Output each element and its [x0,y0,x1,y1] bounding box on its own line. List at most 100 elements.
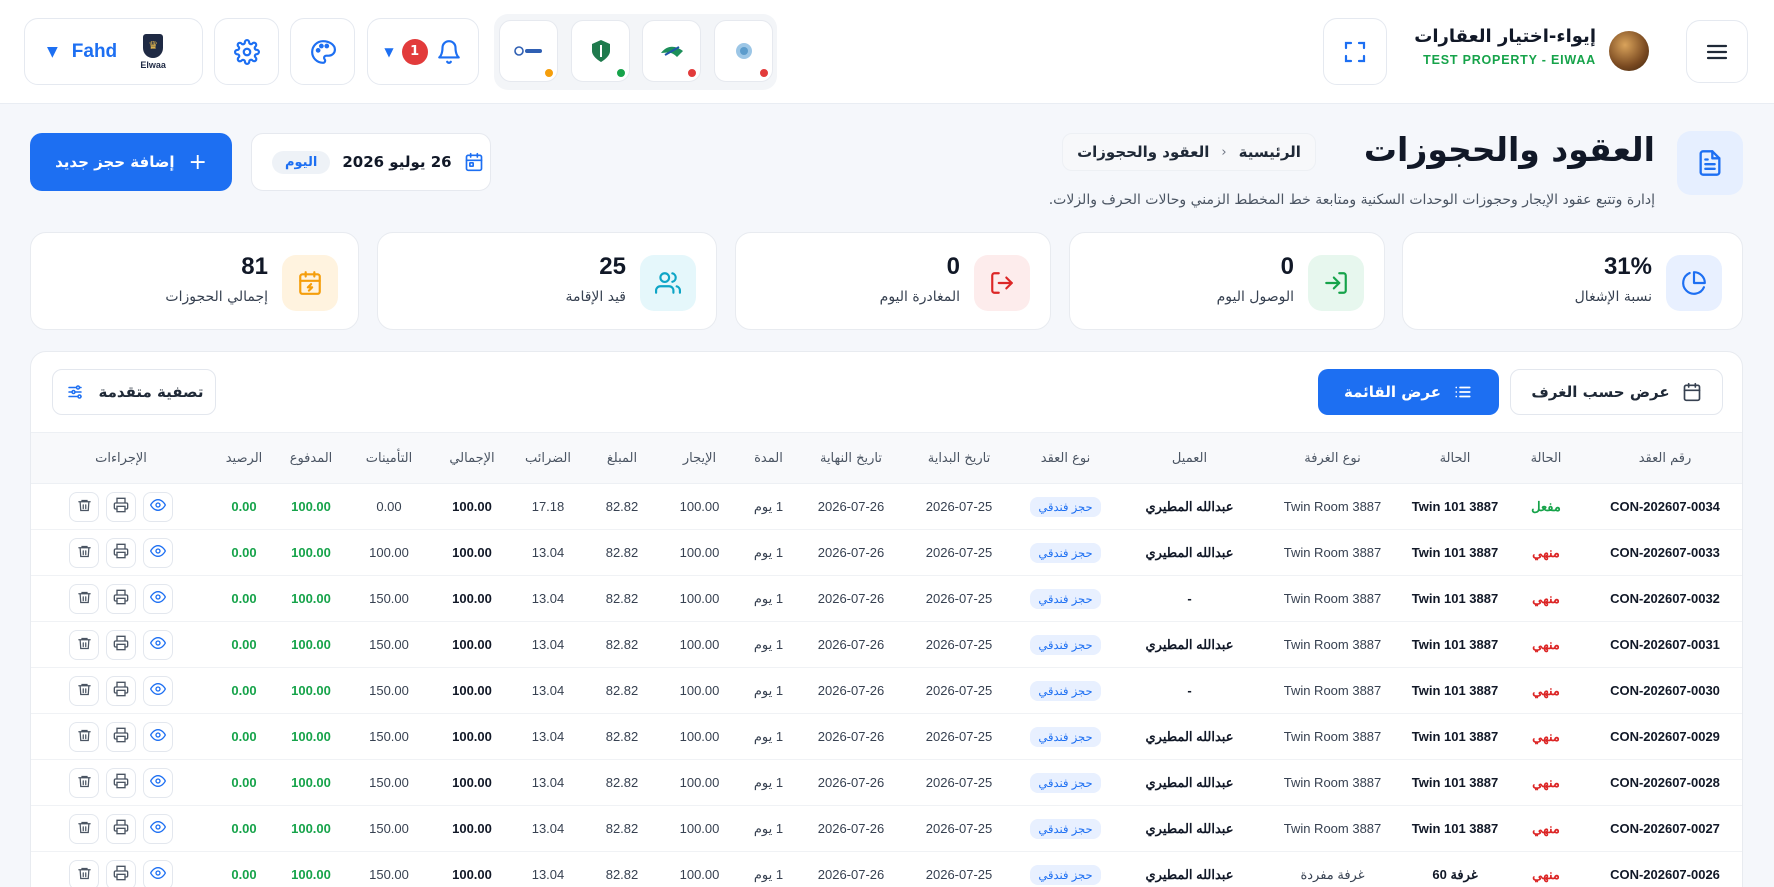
column-header[interactable]: تاريخ البداية [905,433,1013,484]
property-selector[interactable]: إيواء-اختيار العقارات TEST PROPERTY - EI… [1414,26,1596,67]
column-header[interactable]: رقم العقد [1586,433,1742,484]
view-button[interactable] [143,537,173,568]
column-header[interactable]: المدفوع [277,433,345,484]
column-header[interactable]: الحالة [1404,433,1506,484]
duration: 1 يوم [753,636,784,652]
app-tile-3[interactable] [642,20,701,82]
contract-type-badge: حجز فندقي [1030,542,1101,563]
table-row[interactable]: CON-202607-0034 مفعل Twin 101 3887 Twin Roo… [31,484,1742,530]
column-header[interactable]: الحالة [1506,433,1586,484]
column-header[interactable]: تاريخ النهاية [797,433,905,484]
print-button[interactable] [106,537,136,568]
column-header[interactable]: الإيجار [659,433,740,484]
column-header[interactable]: التأمينات [345,433,433,484]
menu-button[interactable] [1686,20,1748,83]
client-name: عبدالله المطيري [1145,774,1234,790]
contract-number: CON-202607-0031 [1610,637,1720,652]
rooms-view-button[interactable]: عرض حسب الغرف [1510,369,1723,415]
contracts-panel: تصفية متقدمة عرض القائمة عرض حسب الغرف ر… [30,351,1743,887]
delete-button[interactable] [69,859,99,887]
table-row[interactable]: CON-202607-0033 منهي Twin 101 3887 Twin Roo… [31,530,1742,576]
stat-icon [974,255,1030,311]
column-header[interactable]: الإجمالي [433,433,511,484]
status-dot [615,67,627,79]
printer-icon [113,589,129,608]
print-button[interactable] [106,767,136,798]
view-button[interactable] [143,767,173,798]
delete-button[interactable] [69,491,99,522]
settings-button[interactable] [214,18,279,85]
stat-label: إجمالي الحجوزات [165,289,268,305]
print-button[interactable] [106,629,136,660]
table-row[interactable]: CON-202607-0026 منهي غرفة 60 غرفة مفردة عبدا… [31,852,1742,887]
theme-button[interactable] [290,18,355,85]
column-header[interactable]: نوع العقد [1013,433,1118,484]
printer-icon [113,635,129,654]
print-button[interactable] [106,675,136,706]
print-button[interactable] [106,491,136,522]
view-button[interactable] [143,813,173,844]
printer-icon [113,681,129,700]
column-header[interactable]: المدة [740,433,797,484]
app-tile-1[interactable] [499,20,558,82]
table-row[interactable]: CON-202607-0027 منهي Twin 101 3887 Twin Roo… [31,806,1742,852]
printer-icon [113,727,129,746]
app-tile-4[interactable] [714,20,773,82]
property-name: إيواء-اختيار العقارات [1414,26,1596,47]
total-amount: 100.00 [452,637,492,652]
delete-button[interactable] [69,629,99,660]
print-button[interactable] [106,583,136,614]
end-date: 2026-07-26 [817,867,885,882]
paid-amount: 100.00 [291,545,331,560]
tax-amount: 13.04 [531,821,565,836]
column-header[interactable]: المبلغ [585,433,659,484]
delete-button[interactable] [69,767,99,798]
app-tile-2[interactable] [571,20,630,82]
column-header[interactable]: العميل [1118,433,1261,484]
column-header[interactable]: الإجراءات [31,433,211,484]
deposit-amount: 150.00 [369,637,409,652]
stat-card-total-bookings: 81 إجمالي الحجوزات [30,232,359,330]
print-button[interactable] [106,859,136,887]
deposit-amount: 150.00 [369,821,409,836]
breadcrumb-home-link[interactable]: الرئيسية [1239,143,1301,161]
table-row[interactable]: CON-202607-0029 منهي Twin 101 3887 Twin Roo… [31,714,1742,760]
view-button[interactable] [143,721,173,752]
eye-icon [149,635,167,654]
today-button[interactable]: اليوم [272,150,331,174]
view-button[interactable] [143,675,173,706]
column-header[interactable]: الرصيد [211,433,277,484]
advanced-filter-button[interactable]: تصفية متقدمة [52,369,216,415]
delete-button[interactable] [69,583,99,614]
table-row[interactable]: CON-202607-0030 منهي Twin 101 3887 Twin Roo… [31,668,1742,714]
delete-button[interactable] [69,813,99,844]
column-header[interactable]: الضرائب [511,433,585,484]
view-button[interactable] [143,629,173,660]
view-button[interactable] [143,583,173,614]
delete-button[interactable] [69,721,99,752]
table-row[interactable]: CON-202607-0032 منهي Twin 101 3887 Twin Roo… [31,576,1742,622]
print-button[interactable] [106,813,136,844]
deposit-amount: 150.00 [369,775,409,790]
view-button[interactable] [143,491,173,522]
row-actions [31,668,211,714]
list-view-button[interactable]: عرض القائمة [1318,369,1499,415]
table-row[interactable]: CON-202607-0028 منهي Twin 101 3887 Twin Roo… [31,760,1742,806]
notifications-button[interactable]: ▼ 1 [367,18,479,85]
user-menu-button[interactable]: ▼ Fahd ♛ Elwaa [24,18,203,85]
trash-icon [77,636,92,654]
client-name: عبدالله المطيري [1145,636,1234,652]
print-button[interactable] [106,721,136,752]
property-avatar[interactable] [1609,31,1649,71]
add-booking-button[interactable]: + إضافة حجز جديد [30,133,232,191]
delete-button[interactable] [69,675,99,706]
fullscreen-button[interactable] [1323,18,1387,85]
status-dot [543,67,555,79]
table-row[interactable]: CON-202607-0031 منهي Twin 101 3887 Twin Roo… [31,622,1742,668]
column-header[interactable]: نوع الغرفة [1261,433,1404,484]
delete-button[interactable] [69,537,99,568]
end-date: 2026-07-26 [817,729,885,744]
view-button[interactable] [143,859,173,887]
tax-amount: 13.04 [531,545,565,560]
date-picker[interactable]: اليوم 26 يوليو 2026 [251,133,491,191]
